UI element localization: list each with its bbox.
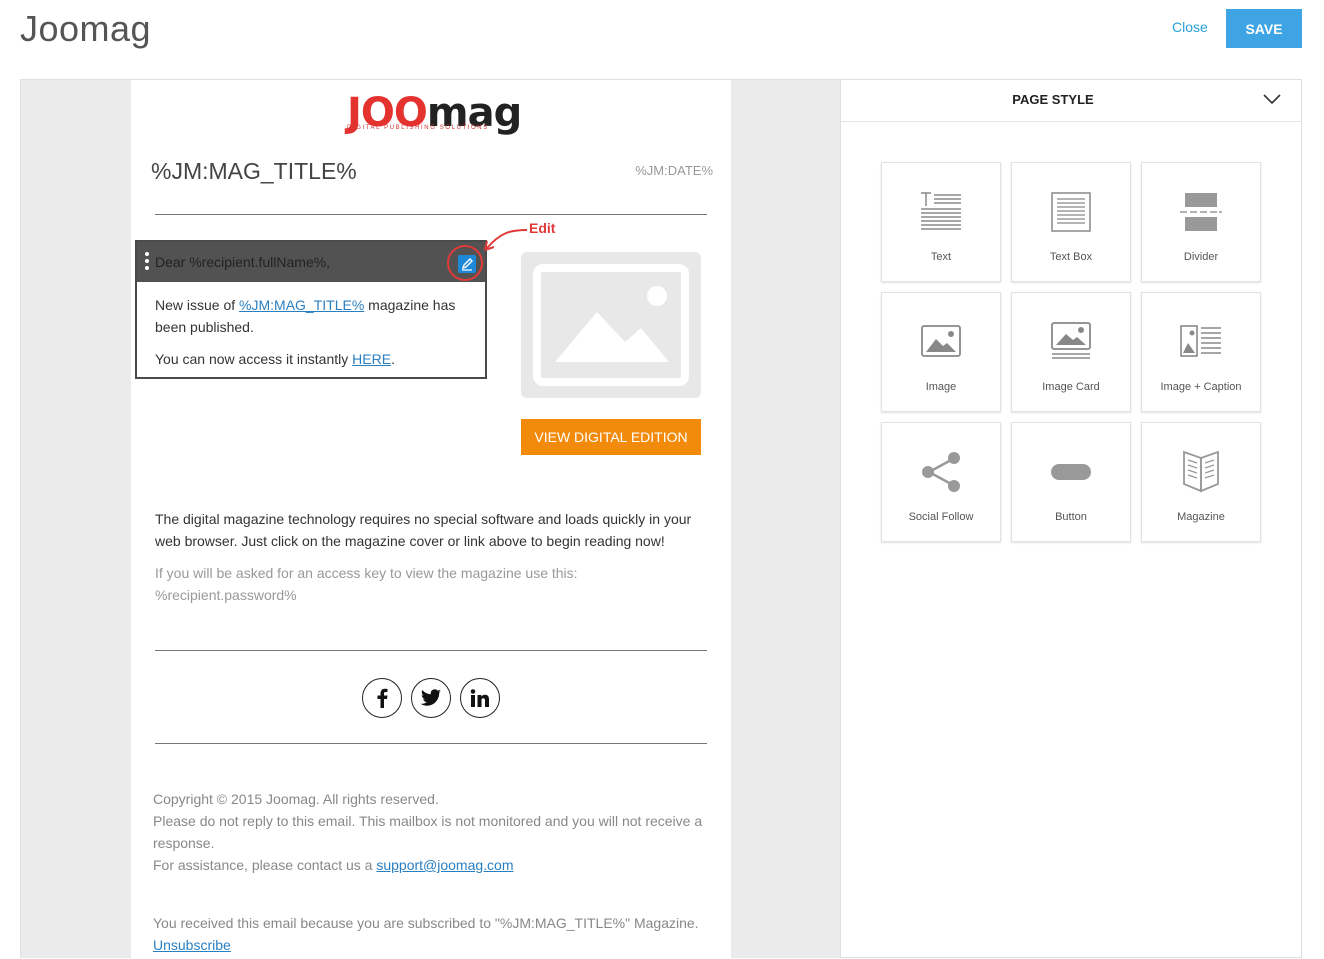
text-block-toolbar: Dear %recipient.fullName%, [137, 242, 485, 282]
tile-text[interactable]: Text [881, 162, 1001, 282]
subscribed-text[interactable]: You received this email because you are … [153, 912, 723, 934]
tile-magazine[interactable]: Magazine [1141, 422, 1261, 542]
editor-canvas: JOOmag DIGITAL PUBLISHING SOLUTIONS %JM:… [20, 79, 840, 959]
text-block-body: New issue of %JM:MAG_TITLE% magazine has… [155, 294, 475, 380]
view-digital-edition-button[interactable]: VIEW DIGITAL EDITION [521, 419, 701, 455]
share-icon [882, 447, 1000, 497]
footer-text: Copyright © 2015 Joomag. All rights rese… [153, 788, 713, 876]
mag-title-link[interactable]: %JM:MAG_TITLE% [239, 297, 364, 313]
joomag-logo: JOOmag DIGITAL PUBLISHING SOLUTIONS [347, 90, 522, 136]
panel-header[interactable]: PAGE STYLE [841, 80, 1301, 122]
access-text: You can now access it instantly HERE. [155, 351, 395, 367]
panel-title: PAGE STYLE [1012, 92, 1094, 107]
subscription-footer: You received this email because you are … [153, 912, 723, 956]
page-style-panel: PAGE STYLE Text Text Box Divider Image I… [840, 79, 1302, 958]
text-icon [882, 187, 1000, 237]
divider-top [155, 214, 707, 215]
tile-image[interactable]: Image [881, 292, 1001, 412]
tile-text-box[interactable]: Text Box [1011, 162, 1131, 282]
magazine-date[interactable]: %JM:DATE% [635, 163, 713, 178]
noreply-text[interactable]: Please do not reply to this email. This … [153, 810, 713, 854]
image-icon [882, 317, 1000, 367]
copyright-text[interactable]: Copyright © 2015 Joomag. All rights rese… [153, 788, 713, 810]
tile-social-follow[interactable]: Social Follow [881, 422, 1001, 542]
tile-image-card[interactable]: Image Card [1011, 292, 1131, 412]
close-link[interactable]: Close [1172, 19, 1208, 35]
selected-text-block[interactable]: Dear %recipient.fullName%, New issue of … [135, 240, 487, 379]
tile-button[interactable]: Button [1011, 422, 1131, 542]
text-box-icon [1012, 187, 1130, 237]
access-key-note[interactable]: If you will be asked for an access key t… [155, 562, 715, 606]
new-issue-text: New issue of %JM:MAG_TITLE% magazine has… [155, 297, 456, 335]
greeting-text[interactable]: Dear %recipient.fullName%, [155, 254, 330, 270]
tile-label: Button [1055, 511, 1087, 523]
pencil-icon [458, 255, 476, 273]
description-text[interactable]: The digital magazine technology requires… [155, 508, 715, 552]
tile-label: Image + Caption [1160, 381, 1242, 393]
email-template: JOOmag DIGITAL PUBLISHING SOLUTIONS %JM:… [131, 80, 731, 959]
divider-bottom [155, 743, 707, 744]
unsubscribe-link[interactable]: Unsubscribe [153, 934, 723, 956]
support-email-link[interactable]: support@joomag.com [376, 857, 513, 873]
chevron-down-icon[interactable] [1263, 92, 1281, 106]
edit-annotation: Edit [529, 220, 556, 236]
tile-label: Divider [1183, 251, 1219, 263]
tile-label: Text Box [1049, 251, 1093, 263]
tile-label: Social Follow [908, 511, 974, 523]
image-card-icon [1012, 317, 1130, 367]
tile-label: Text [930, 251, 952, 263]
tile-label: Image [925, 381, 957, 393]
tile-label: Image Card [1042, 381, 1100, 393]
app-title: Joomag [20, 8, 152, 49]
tile-label: Magazine [1177, 511, 1225, 523]
divider-icon [1142, 187, 1260, 237]
tile-divider[interactable]: Divider [1141, 162, 1261, 282]
magazine-cover-placeholder[interactable] [521, 252, 701, 398]
logo-tagline: DIGITAL PUBLISHING SOLUTIONS [347, 125, 489, 131]
save-button[interactable]: SAVE [1226, 9, 1302, 48]
magazine-icon [1142, 447, 1260, 497]
top-bar: Joomag Close SAVE [0, 0, 1324, 78]
tile-image-caption[interactable]: Image + Caption [1141, 292, 1261, 412]
drag-handle-icon[interactable] [145, 252, 149, 272]
button-icon [1012, 447, 1130, 497]
assistance-text[interactable]: For assistance, please contact us a supp… [153, 854, 713, 876]
here-link[interactable]: HERE [352, 351, 391, 367]
facebook-icon[interactable] [362, 678, 402, 718]
magazine-title[interactable]: %JM:MAG_TITLE% [151, 158, 357, 185]
divider-middle [155, 650, 707, 651]
linkedin-icon[interactable] [460, 678, 500, 718]
image-caption-icon [1142, 317, 1260, 367]
twitter-icon[interactable] [411, 678, 451, 718]
edit-button[interactable] [447, 245, 483, 281]
image-placeholder-icon [533, 264, 689, 386]
social-icons [362, 678, 502, 718]
